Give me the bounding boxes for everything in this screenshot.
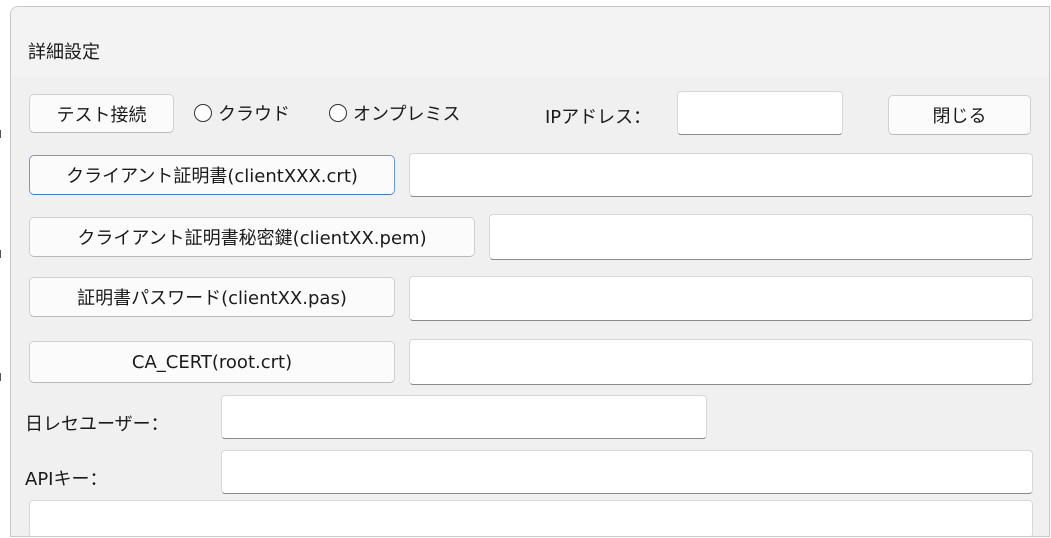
title-bar: 詳細設定 [11,7,1049,77]
radio-onpremise-label: オンプレミス [353,104,461,125]
cert-password-button[interactable]: 証明書パスワード(clientXX.pas) [29,277,395,317]
ca-cert-button[interactable]: CA_CERT(root.crt) [29,341,395,383]
bottom-input[interactable] [29,500,1033,536]
radio-cloud-label: クラウド [218,104,290,125]
window-edge-mark [0,130,1,138]
dialog-title: 詳細設定 [28,42,100,63]
radio-circle-icon [194,104,212,122]
window-edge-mark [0,250,1,258]
window-edge-mark [0,373,1,381]
cert-password-input[interactable] [409,276,1033,321]
settings-dialog: 詳細設定 テスト接続 クラウド オンプレミス IPアドレス： 閉じる クライアン… [10,6,1050,537]
api-key-label: APIキー： [25,469,108,490]
ca-cert-path-input[interactable] [409,339,1033,385]
close-button[interactable]: 閉じる [888,95,1031,135]
test-connection-button[interactable]: テスト接続 [29,94,174,133]
ip-address-input[interactable] [677,91,843,135]
client-key-button[interactable]: クライアント証明書秘密鍵(clientXX.pem) [29,217,475,257]
ip-address-label: IPアドレス： [545,107,652,128]
radio-cloud[interactable]: クラウド [194,100,290,126]
nichirese-user-label: 日レセユーザー： [25,414,169,435]
api-key-input[interactable] [221,450,1033,494]
client-key-path-input[interactable] [489,214,1033,260]
radio-circle-icon [329,104,347,122]
radio-onpremise[interactable]: オンプレミス [329,100,460,126]
nichirese-user-input[interactable] [221,395,707,439]
client-cert-path-input[interactable] [409,153,1033,197]
client-cert-button[interactable]: クライアント証明書(clientXXX.crt) [29,155,395,195]
